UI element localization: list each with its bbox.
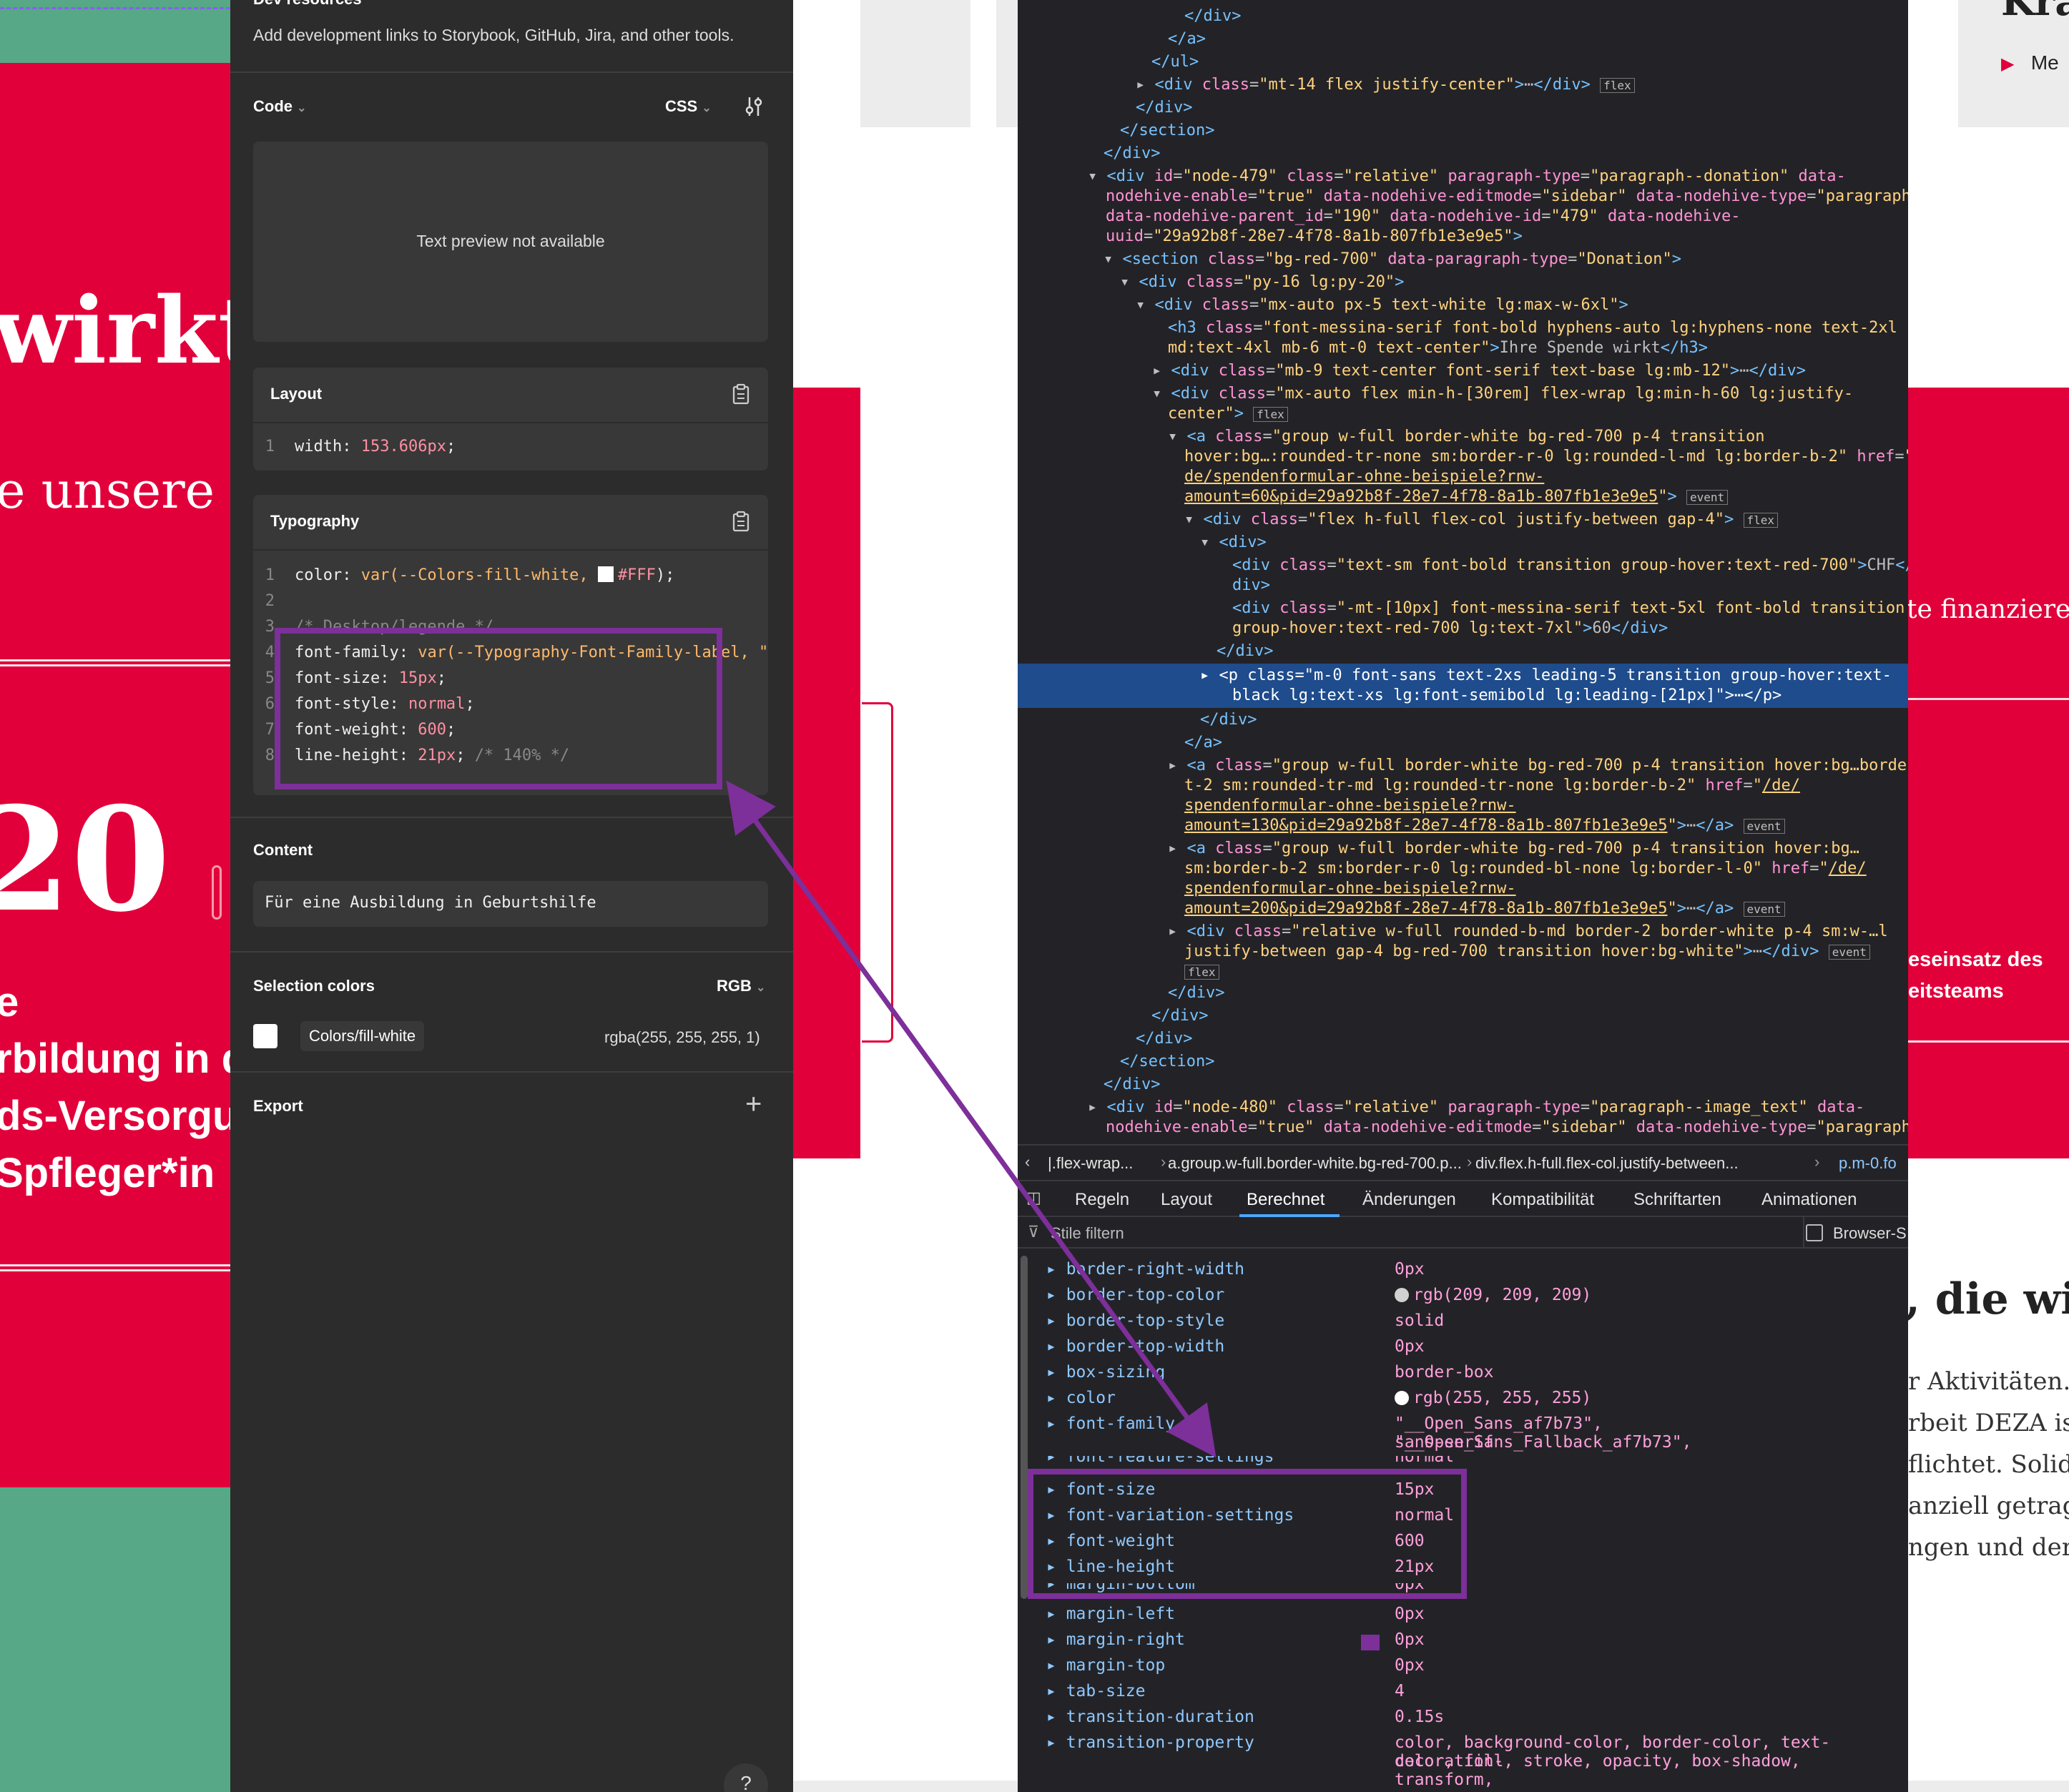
connector-arrow bbox=[726, 780, 1217, 1458]
